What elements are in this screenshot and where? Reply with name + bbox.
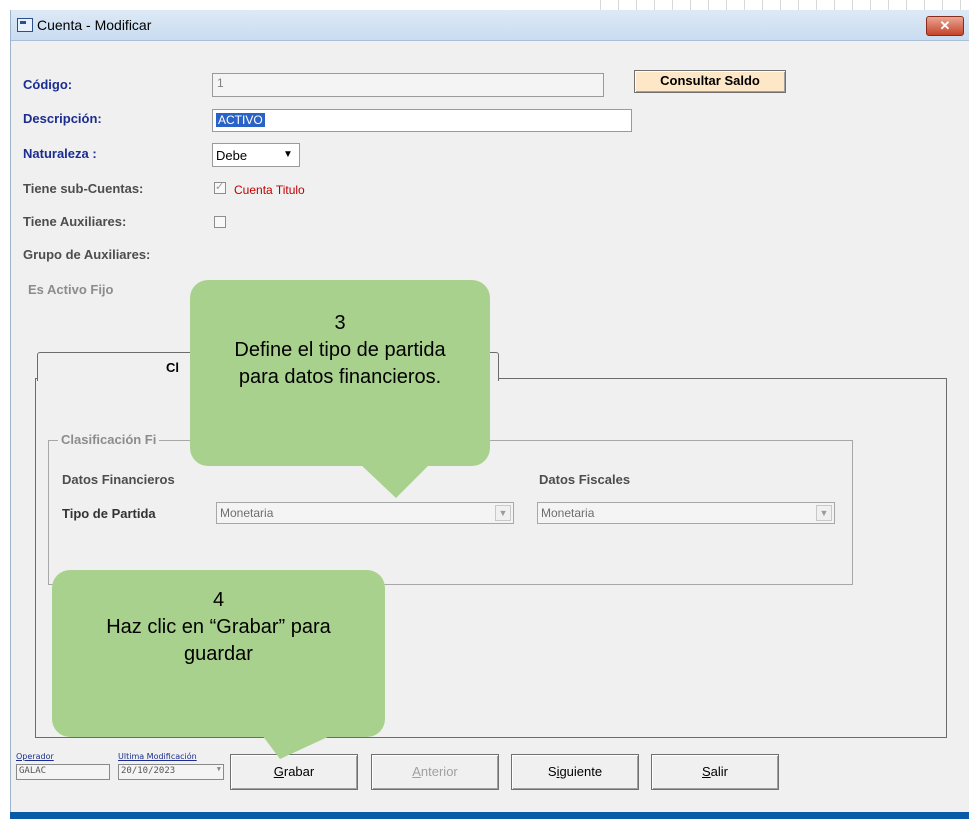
consultar-saldo-button[interactable]: Consultar Saldo xyxy=(634,70,786,93)
callout-step-3-text: Define el tipo de partida para datos fin… xyxy=(234,339,446,388)
anterior-label: Anterior xyxy=(412,764,458,779)
tipo-partida-financiero-select[interactable]: Monetaria ▼ xyxy=(216,502,514,524)
siguiente-button[interactable]: Siguiente xyxy=(511,754,639,790)
naturaleza-select[interactable]: Debe ▼ xyxy=(212,143,300,167)
callout-step-3-pointer xyxy=(360,464,430,498)
callout-step-3-number: 3 xyxy=(334,312,346,334)
chevron-down-icon: ▼ xyxy=(216,765,221,773)
chevron-down-icon[interactable]: ▼ xyxy=(495,505,511,521)
callout-step-4-number: 4 xyxy=(212,589,225,611)
codigo-label: Código: xyxy=(23,77,73,92)
background-grid xyxy=(600,0,969,10)
ultima-mod-value: 20/10/2023 xyxy=(121,766,176,776)
ultima-mod-label: Ultima Modificación xyxy=(118,752,197,761)
tipo-partida-label: Tipo de Partida xyxy=(62,506,156,521)
tipo-partida-fiscal-select[interactable]: Monetaria ▼ xyxy=(537,502,835,524)
tab-label: Cl xyxy=(166,360,179,375)
callout-step-3: 3 Define el tipo de partida para datos f… xyxy=(190,280,490,466)
descripcion-label: Descripción: xyxy=(23,111,102,126)
datos-financieros-label: Datos Financieros xyxy=(62,472,175,487)
callout-step-4-text: Haz clic en “Grabar” para guardar xyxy=(106,616,331,665)
close-button[interactable]: ✕ xyxy=(926,16,964,36)
anterior-button[interactable]: Anterior xyxy=(371,754,499,790)
chevron-down-icon[interactable]: ▼ xyxy=(816,505,832,521)
descripcion-field[interactable]: ACTIVO xyxy=(212,109,632,132)
tiene-subcuentas-label: Tiene sub-Cuentas: xyxy=(23,181,144,196)
tiene-subcuentas-checkbox[interactable]: ✓ xyxy=(214,181,226,194)
ultima-mod-field: 20/10/2023 ▼ xyxy=(118,764,224,780)
chevron-down-icon[interactable]: ▼ xyxy=(279,147,297,163)
tipo-partida-fiscal-value: Monetaria xyxy=(541,506,595,520)
salir-label: Salir xyxy=(701,764,728,779)
callout-step-4-pointer xyxy=(262,735,332,759)
codigo-field[interactable]: 1 xyxy=(212,73,604,97)
tipo-partida-financiero-value: Monetaria xyxy=(220,506,274,520)
window-icon xyxy=(17,18,33,32)
window-bottom-border xyxy=(10,812,969,819)
es-activo-fijo-label: Es Activo Fijo xyxy=(28,282,114,297)
grabar-label: Grabar xyxy=(273,764,315,779)
grupo-auxiliares-label: Grupo de Auxiliares: xyxy=(23,247,151,262)
tiene-auxiliares-label: Tiene Auxiliares: xyxy=(23,214,127,229)
clasificacion-group-label: Clasificación Fi xyxy=(58,432,160,447)
operador-field: GALAC xyxy=(16,764,110,780)
siguiente-label: Siguiente xyxy=(547,764,603,779)
title-bar[interactable]: Cuenta - Modificar ✕ xyxy=(11,10,969,41)
naturaleza-value: Debe xyxy=(216,148,248,163)
callout-step-4: 4 Haz clic en “Grabar” para guardar xyxy=(52,570,385,737)
datos-fiscales-label: Datos Fiscales xyxy=(539,472,631,487)
operador-label: Operador xyxy=(16,752,54,761)
descripcion-value: ACTIVO xyxy=(216,113,265,127)
naturaleza-label: Naturaleza : xyxy=(23,146,97,161)
salir-button[interactable]: Salir xyxy=(651,754,779,790)
cuenta-titulo-label: Cuenta Titulo xyxy=(234,183,305,197)
check-icon: ✓ xyxy=(215,181,225,193)
window-title: Cuenta - Modificar xyxy=(37,17,152,33)
tiene-auxiliares-checkbox[interactable] xyxy=(214,216,226,228)
